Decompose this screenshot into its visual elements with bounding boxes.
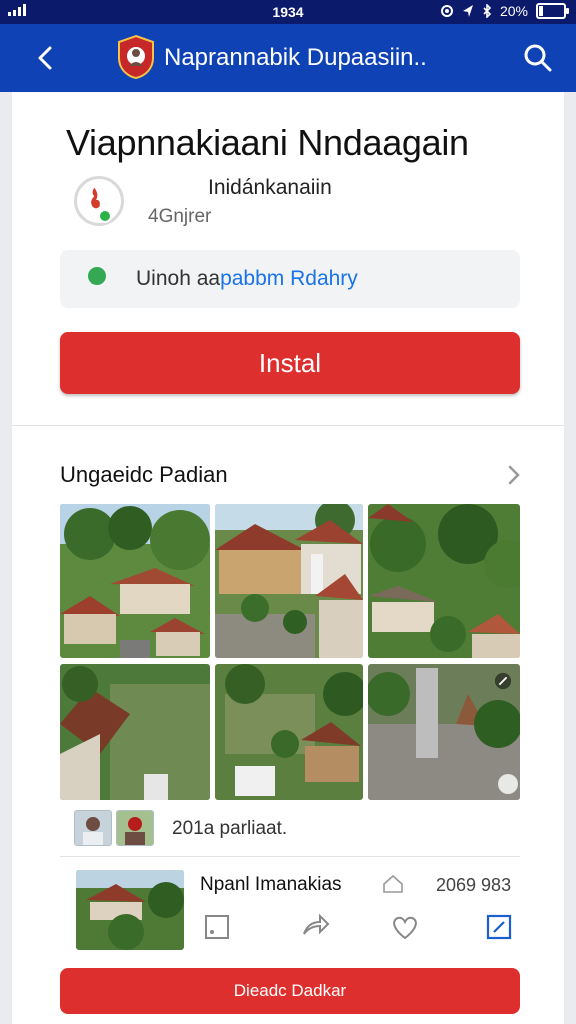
app-detail-card: Viapnnakiaani Nndaagain Inidánkanaiin 4G… — [12, 92, 564, 1024]
divider — [12, 425, 564, 426]
screenshot-thumbnail[interactable] — [368, 504, 520, 658]
avatar — [116, 810, 154, 846]
app-logo-icon — [118, 34, 154, 80]
screenshot-thumbnail[interactable] — [60, 504, 210, 658]
notice-banner[interactable]: Uinoh aapabbm Rdahry — [60, 250, 520, 308]
app-bar-title: Naprannabik Dupaasiin.. — [164, 44, 427, 71]
battery-icon — [536, 3, 569, 19]
install-button[interactable]: Instal — [60, 332, 520, 394]
app-name: Viapnnakiaani Nndaagain — [66, 122, 469, 163]
expand-icon[interactable] — [494, 672, 512, 690]
bottom-action-button[interactable]: Dieadc Dadkar — [60, 968, 520, 1014]
chat-bubble-icon — [88, 267, 106, 285]
bookmark-icon[interactable] — [200, 910, 234, 944]
screenshots-section-title: Ungaeidc Padian — [60, 462, 228, 487]
screenshot-gallery — [60, 504, 520, 800]
app-bar: Naprannabik Dupaasiin.. — [0, 24, 576, 92]
avatar — [74, 810, 112, 846]
app-meta: 4Gnjrer — [148, 206, 212, 227]
status-bar: 1934 20% — [0, 0, 576, 24]
share-icon[interactable] — [298, 910, 332, 944]
screenshot-thumbnail[interactable] — [215, 504, 363, 658]
notice-link[interactable]: pabbm Rdahry — [220, 267, 358, 290]
verified-dot-icon — [98, 209, 112, 223]
review-actions — [188, 900, 564, 960]
home-icon — [383, 874, 403, 893]
developer-name[interactable]: Inidánkanaiin — [208, 176, 332, 200]
review-title: Npanl Imanakias — [200, 874, 342, 895]
screenshot-thumbnail[interactable] — [368, 664, 520, 800]
notice-text: Uinoh aapabbm Rdahry — [136, 267, 358, 291]
screenshot-thumbnail[interactable] — [215, 664, 363, 800]
location-icon — [440, 5, 453, 17]
participants-text: 201a parliaat. — [172, 818, 288, 839]
review-count: 2069 983 — [436, 875, 512, 895]
notice-text-plain: Uinoh aa — [136, 267, 221, 290]
battery-percent: 20% — [499, 3, 528, 19]
open-external-icon[interactable] — [482, 910, 516, 944]
divider — [60, 856, 520, 857]
screenshot-thumbnail[interactable] — [60, 664, 210, 800]
search-icon[interactable] — [520, 40, 556, 76]
back-arrow-icon[interactable] — [26, 38, 66, 78]
chevron-right-icon[interactable] — [506, 464, 522, 486]
bluetooth-icon — [483, 4, 492, 18]
participant-avatars — [74, 810, 154, 846]
review-thumbnail[interactable] — [76, 870, 184, 950]
status-icons: 20% — [440, 3, 569, 19]
navigation-icon — [462, 5, 473, 17]
heart-icon[interactable] — [388, 910, 422, 944]
